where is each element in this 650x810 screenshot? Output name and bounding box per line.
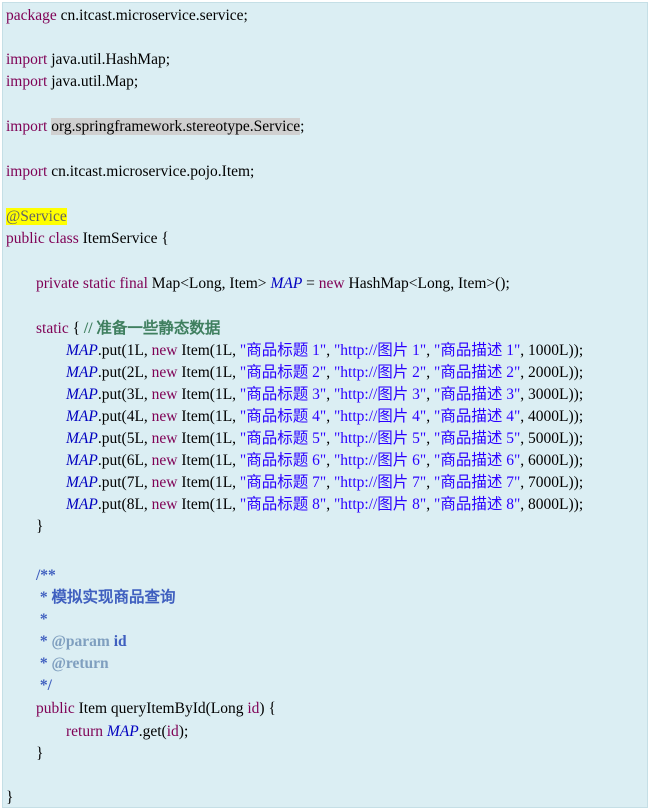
put-line: MAP.put(7L, new Item(1L, "商品标题 7", "http… — [66, 474, 584, 491]
highlighted-import: org.springframework.stereotype.Service — [51, 118, 301, 135]
field-declaration: private static final Map<Long, Item> MAP… — [36, 275, 510, 292]
import-line: import java.util.HashMap; — [6, 51, 171, 68]
put-line: MAP.put(4L, new Item(1L, "商品标题 4", "http… — [66, 408, 584, 425]
import-line: import java.util.Map; — [6, 73, 139, 90]
import-line: import org.springframework.stereotype.Se… — [6, 118, 305, 135]
javadoc-return: * @return — [36, 655, 109, 672]
put-line: MAP.put(3L, new Item(1L, "商品标题 3", "http… — [66, 386, 584, 403]
put-line: MAP.put(6L, new Item(1L, "商品标题 6", "http… — [66, 452, 584, 469]
static-comment: // 准备一些静态数据 — [83, 320, 221, 337]
javadoc-description: * 模拟实现商品查询 — [36, 589, 176, 606]
put-line: MAP.put(5L, new Item(1L, "商品标题 5", "http… — [66, 430, 584, 447]
put-line: MAP.put(8L, new Item(1L, "商品标题 8", "http… — [66, 496, 584, 513]
static-block-open: static { // 准备一些静态数据 — [36, 320, 221, 337]
javadoc-param: * @param id — [36, 633, 127, 650]
annotation-line: @Service — [6, 206, 67, 228]
javadoc-blank: * — [36, 611, 48, 628]
code-panel: package cn.itcast.microservice.service; … — [2, 2, 648, 808]
method-declaration: public Item queryItemById(Long id) { — [36, 700, 276, 717]
javadoc-open: /** — [36, 567, 56, 584]
javadoc-close: */ — [36, 677, 52, 694]
put-line: MAP.put(2L, new Item(1L, "商品标题 2", "http… — [66, 364, 584, 381]
package-line: package cn.itcast.microservice.service; — [6, 7, 248, 24]
import-line: import cn.itcast.microservice.pojo.Item; — [6, 163, 255, 180]
class-close: } — [6, 789, 14, 806]
class-declaration: public class ItemService { — [6, 230, 169, 247]
put-line: MAP.put(1L, new Item(1L, "商品标题 1", "http… — [66, 342, 584, 359]
service-annotation: @Service — [6, 208, 67, 225]
method-close: } — [36, 745, 44, 762]
return-statement: return MAP.get(id); — [66, 723, 189, 740]
static-block-close: } — [36, 518, 44, 535]
